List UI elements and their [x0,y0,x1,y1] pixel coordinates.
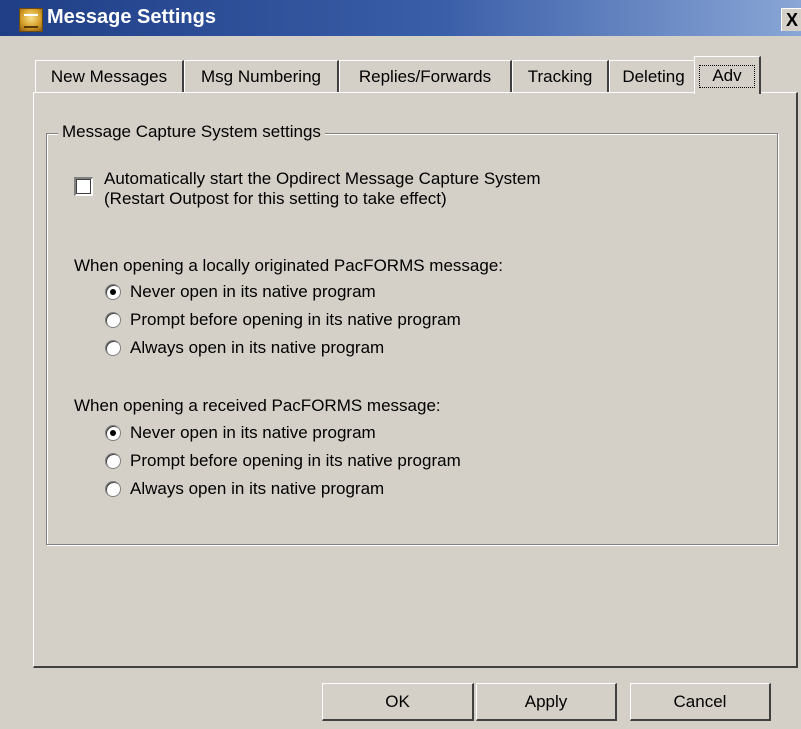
local-prompt-label: Prompt before opening in its native prog… [130,310,461,329]
tab-new-messages[interactable]: New Messages [35,60,184,92]
tab-label: Replies/Forwards [358,67,492,86]
close-button[interactable]: X [781,8,801,31]
received-never-radio[interactable] [105,425,121,441]
tab-adv[interactable]: Adv [694,56,761,94]
received-always-radio[interactable] [105,481,121,497]
tab-tracking[interactable]: Tracking [512,60,609,92]
window-title: Message Settings [47,6,216,28]
tab-label: Deleting [622,67,685,86]
local-always-radio[interactable] [105,340,121,356]
local-prompt-radio[interactable] [105,312,121,328]
local-section-label: When opening a locally originated PacFOR… [74,256,503,275]
cancel-button[interactable]: Cancel [630,683,771,721]
auto-start-label: Automatically start the Opdirect Message… [104,169,541,188]
local-never-label: Never open in its native program [130,282,376,301]
tab-replies-forwards[interactable]: Replies/Forwards [339,60,512,92]
tab-label: New Messages [50,67,168,86]
tab-label: Tracking [527,67,593,86]
local-never-radio[interactable] [105,284,121,300]
received-prompt-label: Prompt before opening in its native prog… [130,451,461,470]
title-bar: Message Settings X [0,0,801,36]
received-never-label: Never open in its native program [130,423,376,442]
tab-deleting[interactable]: Deleting [609,60,699,92]
ok-button[interactable]: OK [322,683,474,721]
received-always-label: Always open in its native program [130,479,385,498]
received-section-label: When opening a received PacFORMS message… [74,396,441,415]
local-always-label: Always open in its native program [130,338,385,357]
auto-start-note: (Restart Outpost for this setting to tak… [104,189,447,208]
received-prompt-radio[interactable] [105,453,121,469]
auto-start-checkbox[interactable] [74,177,93,196]
app-icon [19,8,43,32]
tab-label: Adv [712,66,742,85]
apply-button[interactable]: Apply [476,683,617,721]
tab-label: Msg Numbering [201,67,321,86]
tab-msg-numbering[interactable]: Msg Numbering [184,60,339,92]
groupbox-title: Message Capture System settings [58,122,325,142]
